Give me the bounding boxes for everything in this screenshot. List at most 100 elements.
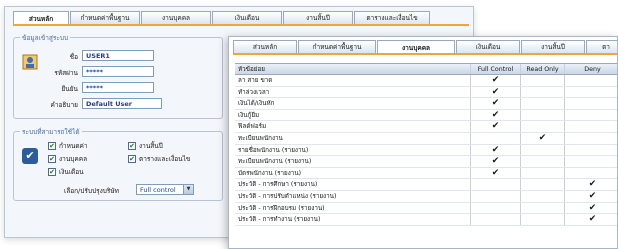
option-salary-checkbox[interactable]: ✔ (48, 168, 56, 176)
permission-row[interactable]: เงินได้/เงินหัก ✔ (235, 98, 617, 110)
option-tables-checkbox[interactable]: ✔ (128, 155, 136, 163)
permission-row[interactable]: บัตรพนักงาน (รายงาน) ✔ (235, 167, 617, 180)
read-only-cell[interactable] (521, 156, 565, 167)
deny-cell[interactable] (565, 75, 617, 86)
check-icon: ✔ (491, 156, 500, 167)
read-only-cell[interactable] (521, 109, 565, 121)
deny-cell[interactable]: ✔ (565, 202, 617, 214)
back-tab-main[interactable]: ส่วนหลัก (13, 11, 69, 25)
back-tab-personnel[interactable]: งานบุคคล (141, 11, 211, 24)
full-control-cell[interactable] (471, 190, 521, 202)
permission-row[interactable]: ประวัติ - การปรับตำแหน่ง (รายงาน) ✔ (235, 190, 617, 203)
full-control-cell[interactable]: ✔ (471, 121, 521, 132)
full-control-cell[interactable]: ✔ (471, 156, 521, 167)
check-icon: ✔ (538, 132, 547, 143)
back-tab-bar: ส่วนหลัก กำหนดค่าพื้นฐาน งานบุคคล เงินเด… (13, 11, 431, 25)
header-deny[interactable]: Deny (565, 64, 617, 74)
front-tab-bar: ส่วนหลัก กำหนดค่าพื้นฐาน งานบุคคล เงินเด… (233, 40, 617, 54)
deny-cell[interactable] (565, 98, 617, 109)
deny-cell[interactable]: ✔ (565, 190, 617, 202)
full-control-cell[interactable]: ✔ (471, 98, 521, 109)
full-control-cell[interactable]: ✔ (471, 144, 521, 156)
deny-cell[interactable]: ✔ (565, 179, 617, 190)
deny-cell[interactable] (565, 121, 617, 132)
front-tab-tables[interactable]: ตา (586, 40, 617, 53)
check-icon: ✔ (491, 75, 500, 85)
deny-cell[interactable]: ✔ (565, 214, 617, 225)
full-control-cell[interactable] (471, 179, 521, 190)
permission-row-label: ลา สาย ขาด (235, 75, 471, 86)
header-subtopic[interactable]: หัวข้อย่อย (235, 64, 471, 74)
read-only-cell[interactable] (521, 179, 565, 190)
back-tab-underline (13, 24, 469, 26)
read-only-cell[interactable] (521, 121, 565, 132)
password-label: รหัสผ่าน (54, 69, 78, 77)
back-tab-tables[interactable]: ตารางและเงื่อนไข (354, 11, 430, 24)
front-tab-settings[interactable]: กำหนดค่าพื้นฐาน (298, 40, 376, 53)
grid-body: ลา สาย ขาด ✔ ทำล่วงเวลา ✔ เงินได้/เงินหัก ✔ เง… (235, 75, 617, 226)
permission-row[interactable]: ประวัติ - การทำงาน (รายงาน) ✔ (235, 214, 617, 226)
back-tab-salary[interactable]: เงินเดือน (212, 11, 282, 24)
read-only-cell[interactable] (521, 214, 565, 225)
read-only-cell[interactable] (521, 86, 565, 98)
read-only-cell[interactable] (521, 75, 565, 86)
check-icon: ✔ (491, 167, 500, 178)
deny-cell[interactable] (565, 168, 617, 179)
permission-row[interactable]: ทำล่วงเวลา ✔ (235, 86, 617, 99)
full-control-cell[interactable]: ✔ (471, 167, 521, 179)
option-personnel-checkbox[interactable]: ✔ (48, 155, 56, 163)
permission-row[interactable]: ทะเบียนพนักงาน ✔ (235, 132, 617, 145)
permission-row-label: ประวัติ - การปรับตำแหน่ง (รายงาน) (235, 190, 471, 202)
password-field[interactable]: ***** (82, 66, 154, 77)
read-only-cell[interactable] (521, 98, 565, 109)
header-read-only[interactable]: Read Only (521, 64, 565, 74)
permission-row[interactable]: ประวัติ - การฝึกอบรม (รายงาน) ✔ (235, 202, 617, 215)
grid-header: หัวข้อย่อย Full Control Read Only Deny (235, 63, 617, 75)
deny-cell[interactable] (565, 133, 617, 144)
confirm-password-field[interactable]: ***** (82, 82, 154, 93)
check-icon: ✔ (588, 202, 597, 213)
front-tab-year-end[interactable]: งานสิ้นปี (521, 40, 585, 53)
deny-cell[interactable] (565, 110, 617, 121)
front-tab-main[interactable]: ส่วนหลัก (233, 40, 297, 53)
chevron-down-icon[interactable]: ▼ (183, 185, 193, 194)
access-group: ระบบที่สามารถใช้ได้ ✔ ✔ กำหนดค่า ✔ งานสิ… (13, 127, 223, 201)
full-control-cell[interactable]: ✔ (471, 75, 521, 86)
read-only-cell[interactable] (521, 190, 565, 202)
header-full-control[interactable]: Full Control (471, 64, 521, 74)
name-field[interactable]: USER1 (82, 50, 154, 61)
option-settings-checkbox[interactable]: ✔ (48, 142, 56, 150)
deny-cell[interactable] (565, 156, 617, 167)
permission-row[interactable]: เงินกู้ยืม ✔ (235, 109, 617, 122)
permission-row-label: ประวัติ - การศึกษา (รายงาน) (235, 179, 471, 190)
front-tab-salary[interactable]: เงินเดือน (456, 40, 520, 53)
read-only-cell[interactable] (521, 167, 565, 179)
full-control-cell[interactable] (471, 202, 521, 214)
back-tab-year-end[interactable]: งานสิ้นปี (283, 11, 353, 24)
permission-row[interactable]: รายชื่อพนักงาน (รายงาน) ✔ (235, 144, 617, 157)
read-only-cell[interactable] (521, 202, 565, 214)
front-tab-personnel[interactable]: งานบุคคล (377, 40, 455, 54)
option-tables-label: ตารางและเงื่อนไข (139, 155, 191, 163)
option-year-end-checkbox[interactable]: ✔ (128, 142, 136, 150)
permission-row[interactable]: ประวัติ - การศึกษา (รายงาน) ✔ (235, 179, 617, 191)
full-control-cell[interactable] (471, 214, 521, 225)
check-icon: ✔ (588, 190, 597, 201)
full-control-cell[interactable] (471, 132, 521, 144)
permission-row[interactable]: ทะเบียนพนักงาน (รายงาน) ✔ (235, 156, 617, 168)
read-only-cell[interactable]: ✔ (521, 132, 565, 144)
permission-row-label: ทะเบียนพนักงาน (รายงาน) (235, 156, 471, 167)
full-control-cell[interactable]: ✔ (471, 86, 521, 98)
description-field[interactable]: Default User (82, 98, 162, 109)
full-control-cell[interactable]: ✔ (471, 109, 521, 121)
company-select[interactable]: Full control ▼ (136, 184, 194, 195)
back-tab-settings[interactable]: กำหนดค่าพื้นฐาน (70, 11, 140, 24)
permission-row[interactable]: ฟิลด์ฟอร์ม ✔ (235, 121, 617, 133)
front-window: ส่วนหลัก กำหนดค่าพื้นฐาน งานบุคคล เงินเด… (228, 36, 618, 249)
permission-row[interactable]: ลา สาย ขาด ✔ (235, 75, 617, 87)
permission-row-label: ฟิลด์ฟอร์ม (235, 121, 471, 132)
read-only-cell[interactable] (521, 144, 565, 156)
deny-cell[interactable] (565, 145, 617, 156)
deny-cell[interactable] (565, 87, 617, 98)
check-icon: ✔ (588, 179, 597, 190)
